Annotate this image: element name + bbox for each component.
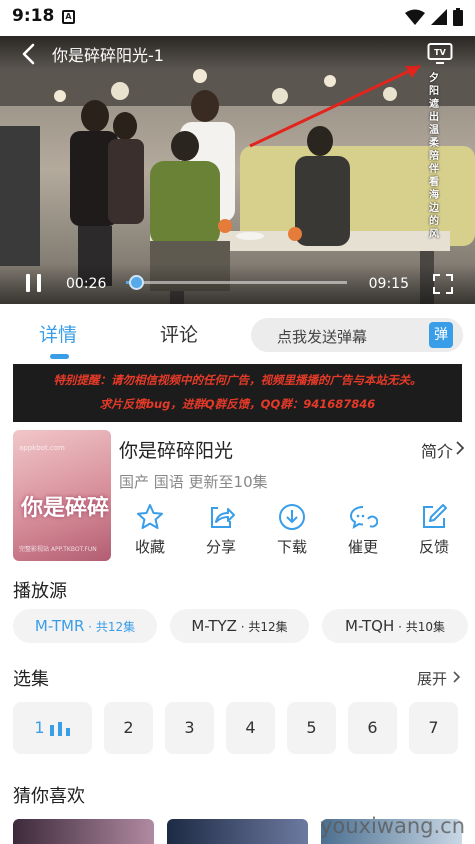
status-time: 9:18: [12, 6, 55, 26]
recommend-item[interactable]: [13, 819, 154, 844]
favorite-button[interactable]: 收藏: [115, 502, 185, 562]
video-overlay-text: 夕阳遮出温柔陪伴看海边的风: [429, 73, 439, 240]
show-meta: 国产 国语 更新至10集: [119, 473, 268, 491]
show-poster[interactable]: appkbot.com 你是碎碎 完整影视站 APP.TKBOT.FUN: [13, 430, 111, 561]
poster-watermark-top: appkbot.com: [19, 444, 65, 452]
download-icon: [279, 504, 305, 530]
share-button[interactable]: 分享: [186, 502, 256, 562]
urge-update-label: 催更: [347, 538, 378, 556]
pause-icon[interactable]: [26, 274, 42, 292]
episode-2[interactable]: 2: [104, 702, 153, 754]
episode-number: 1: [34, 718, 45, 737]
current-time: 00:26: [66, 276, 107, 292]
star-icon: [137, 504, 163, 529]
show-title: 你是碎碎阳光: [119, 440, 234, 462]
sources-title: 播放源: [13, 581, 67, 602]
banner-line-1: 特别提醒：请勿相信视频中的任何广告，视频里播播的广告与本站无关。: [53, 373, 422, 387]
battery-icon: [453, 8, 463, 26]
back-arrow-icon[interactable]: [18, 42, 42, 66]
source-count: · 共12集: [236, 620, 288, 634]
svg-text:TV: TV: [434, 48, 446, 57]
poster-title-art: 你是碎碎: [21, 495, 110, 521]
source-list: M-TMR · 共12集 M-TYZ · 共12集 M-TQH · 共10集: [13, 609, 468, 643]
episode-1[interactable]: 1: [13, 702, 92, 754]
status-bar: 9:18 A: [0, 0, 475, 36]
recommend-item[interactable]: [167, 819, 308, 844]
chevron-right-icon[interactable]: [452, 670, 461, 684]
episode-number: 4: [245, 718, 256, 737]
danmu-toggle-button[interactable]: 弹: [429, 322, 453, 348]
episode-number: 7: [428, 718, 439, 737]
episode-number: 3: [184, 718, 195, 737]
source-tmr[interactable]: M-TMR · 共12集: [13, 609, 157, 643]
edit-icon: [423, 504, 447, 528]
chevron-right-icon[interactable]: [455, 440, 465, 456]
share-label: 分享: [205, 538, 236, 556]
fullscreen-icon[interactable]: [433, 274, 453, 294]
episode-5[interactable]: 5: [287, 702, 336, 754]
notice-banner[interactable]: 特别提醒：请勿相信视频中的任何广告，视频里播播的广告与本站无关。 求片反馈bug…: [13, 364, 462, 422]
favorite-label: 收藏: [134, 538, 165, 556]
poster-watermark-bottom: 完整影视站 APP.TKBOT.FUN: [19, 546, 97, 553]
tab-details[interactable]: 详情: [39, 320, 77, 347]
episode-4[interactable]: 4: [226, 702, 275, 754]
playing-equalizer-icon: [49, 721, 70, 736]
banner-line-2: 求片反馈bug，进群Q群反馈，QQ群：941687846: [99, 397, 376, 411]
source-count: · 共12集: [84, 620, 136, 634]
episode-number: 2: [123, 718, 134, 737]
source-name: M-TQH: [345, 617, 395, 635]
source-name: M-TYZ: [191, 617, 237, 635]
episode-number: 5: [306, 718, 317, 737]
recommend-title: 猜你喜欢: [13, 786, 85, 807]
danmu-input[interactable]: 点我发送弹幕 弹: [251, 318, 463, 352]
urge-update-button[interactable]: 催更: [328, 502, 398, 562]
status-icons: [405, 8, 463, 26]
site-watermark: youxiwang.cn: [319, 814, 465, 838]
wifi-icon: [405, 9, 425, 25]
episode-number: 6: [367, 718, 378, 737]
source-tyz[interactable]: M-TYZ · 共12集: [170, 609, 309, 643]
episode-7[interactable]: 7: [409, 702, 458, 754]
share-icon: [211, 507, 235, 528]
video-title: 你是碎碎阳光-1: [52, 46, 164, 65]
video-player[interactable]: 你是碎碎阳光-1 TV 夕阳遮出温柔陪伴看海边的风 00:26 09:15: [0, 36, 475, 304]
active-tab-indicator: [50, 354, 69, 359]
feedback-label: 反馈: [418, 538, 449, 556]
progress-bar[interactable]: [126, 275, 347, 290]
source-count: · 共10集: [394, 620, 445, 634]
episode-list: 1 2 3 4 5 6 7: [13, 702, 468, 754]
intro-link[interactable]: 简介: [421, 438, 453, 462]
tv-cast-icon[interactable]: TV: [427, 41, 453, 65]
signal-icon: [431, 9, 447, 25]
episode-3[interactable]: 3: [165, 702, 214, 754]
chat-refresh-icon: [349, 506, 378, 530]
action-row: 收藏 分享 下载 催更 反馈: [115, 502, 469, 562]
tab-bar: 详情 评论 点我发送弹幕 弹: [0, 304, 475, 360]
total-time: 09:15: [368, 276, 409, 292]
episode-6[interactable]: 6: [348, 702, 397, 754]
download-label: 下载: [276, 538, 307, 556]
source-tqh[interactable]: M-TQH · 共10集: [322, 609, 468, 643]
danmu-placeholder: 点我发送弹幕: [277, 328, 368, 346]
notification-a-icon: A: [62, 10, 75, 24]
expand-link[interactable]: 展开: [417, 668, 447, 689]
download-button[interactable]: 下载: [257, 502, 327, 562]
detail-content: 详情 评论 点我发送弹幕 弹 特别提醒：请勿相信视频中的任何广告，视频里播播的广…: [0, 304, 475, 844]
feedback-button[interactable]: 反馈: [399, 502, 469, 562]
tab-comments[interactable]: 评论: [160, 320, 198, 347]
source-name: M-TMR: [34, 617, 85, 635]
episodes-title: 选集: [13, 669, 49, 690]
